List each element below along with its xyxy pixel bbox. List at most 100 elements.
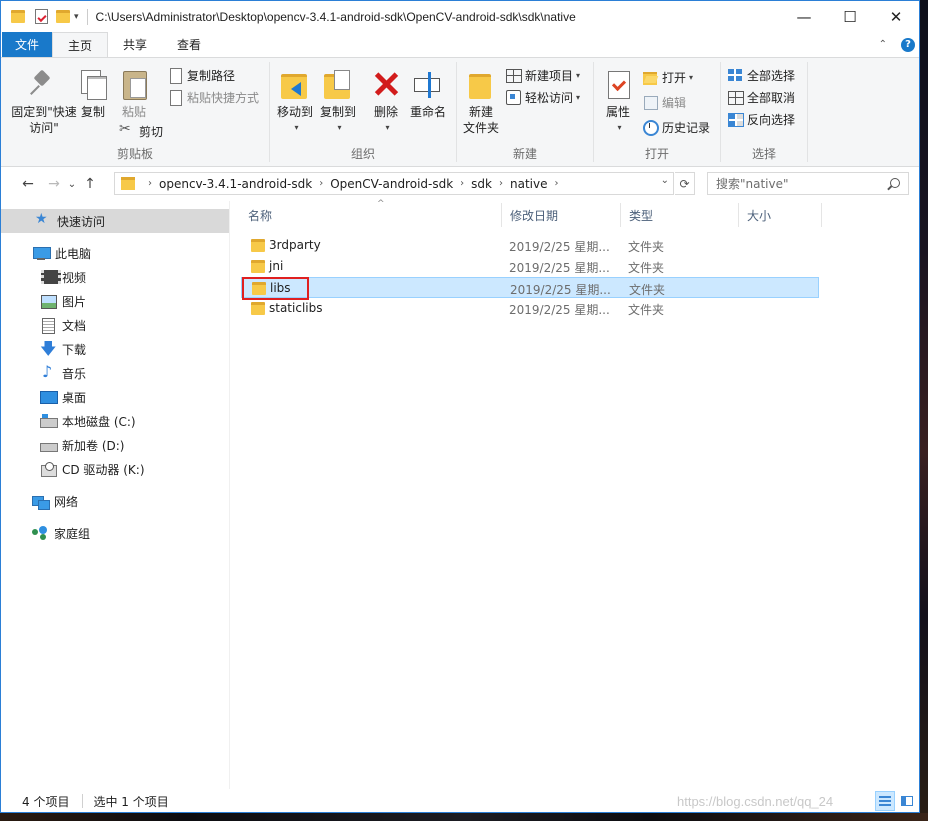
- address-dropdown-icon[interactable]: ⌄: [661, 175, 669, 186]
- breadcrumb-separator[interactable]: ›: [499, 178, 503, 189]
- breadcrumb-item[interactable]: opencv-3.4.1-android-sdk: [159, 177, 312, 191]
- nav-item-music[interactable]: 音乐: [1, 361, 229, 385]
- minimize-button[interactable]: —: [781, 1, 827, 32]
- new-item-button[interactable]: 新建项目 ▾: [505, 64, 580, 86]
- select-none-button[interactable]: 全部取消: [727, 86, 795, 108]
- breadcrumb-item[interactable]: OpenCV-android-sdk: [330, 177, 453, 191]
- large-icons-view-button[interactable]: [897, 791, 917, 811]
- documents-icon: [40, 317, 56, 334]
- invert-selection-button[interactable]: 反向选择: [727, 108, 795, 130]
- history-icon: [642, 119, 659, 136]
- properties-button[interactable]: 属性 ▾: [600, 68, 636, 136]
- column-header-date[interactable]: 修改日期: [501, 201, 620, 229]
- new-folder-button[interactable]: 新建 文件夹: [461, 68, 501, 136]
- nav-item-label: 下载: [62, 342, 87, 357]
- nav-item-label: 本地磁盘 (C:): [62, 414, 136, 429]
- column-header-size[interactable]: 大小: [738, 201, 821, 229]
- nav-item-network[interactable]: 网络: [1, 489, 229, 513]
- quick-access-new-folder-icon[interactable]: [56, 10, 70, 23]
- nav-item-quick-access[interactable]: 快速访问: [1, 209, 229, 233]
- breadcrumb-separator[interactable]: ›: [460, 178, 464, 189]
- up-button[interactable]: ↑: [79, 173, 101, 195]
- copy-to-icon: [322, 68, 354, 100]
- move-to-button[interactable]: 移动到 ▾: [275, 68, 315, 136]
- breadcrumb-item[interactable]: native: [510, 177, 547, 191]
- search-icon[interactable]: [890, 178, 900, 188]
- forward-button[interactable]: →: [43, 173, 65, 195]
- nav-item-pictures[interactable]: 图片: [1, 289, 229, 313]
- nav-item-label: 桌面: [62, 390, 87, 405]
- close-button[interactable]: ✕: [873, 1, 919, 32]
- help-icon[interactable]: ?: [901, 37, 915, 52]
- tab-share[interactable]: 共享: [108, 32, 162, 57]
- new-folder-icon: [465, 68, 497, 100]
- column-header-type[interactable]: 类型: [620, 201, 738, 229]
- column-divider[interactable]: [821, 203, 822, 227]
- paste-button[interactable]: 粘贴: [118, 68, 150, 120]
- file-date: 2019/2/25 星期...: [509, 240, 610, 254]
- table-row[interactable]: jni 2019/2/25 星期... 文件夹: [241, 256, 819, 277]
- navigation-pane: 快速访问 此电脑 视频 图片 文档 下载 音乐 桌面: [1, 201, 230, 789]
- delete-button[interactable]: 删除 ▾: [370, 68, 402, 136]
- nav-item-videos[interactable]: 视频: [1, 265, 229, 289]
- nav-item-local-disk-c[interactable]: 本地磁盘 (C:): [1, 409, 229, 433]
- details-view-icon: [879, 796, 891, 806]
- recent-locations-button[interactable]: ⌄: [65, 173, 79, 195]
- nav-item-documents[interactable]: 文档: [1, 313, 229, 337]
- watermark: https://blog.csdn.net/qq_24: [677, 794, 834, 809]
- copy-to-button[interactable]: 复制到 ▾: [318, 68, 358, 136]
- window-controls: — ☐ ✕: [781, 1, 919, 32]
- cut-button[interactable]: 剪切: [119, 120, 163, 142]
- search-input[interactable]: 搜索"native": [707, 172, 909, 195]
- maximize-button[interactable]: ☐: [827, 1, 873, 32]
- collapse-ribbon-icon[interactable]: ⌃: [879, 39, 887, 50]
- rename-button[interactable]: 重命名: [408, 68, 448, 120]
- new-item-icon: [505, 67, 522, 83]
- open-button[interactable]: 打开 ▾: [642, 66, 693, 88]
- breadcrumb-separator[interactable]: ›: [319, 178, 323, 189]
- tab-view[interactable]: 查看: [162, 32, 216, 57]
- nav-item-label: 家庭组: [54, 526, 91, 541]
- column-header-name[interactable]: 名称 ^: [239, 199, 501, 229]
- copy-label: 复制: [80, 105, 105, 119]
- nav-item-this-pc[interactable]: 此电脑: [1, 241, 229, 265]
- group-open: 属性 ▾ 打开 ▾ 编辑 历史记录 打开: [594, 58, 720, 166]
- back-button[interactable]: ←: [17, 173, 39, 195]
- easy-access-button[interactable]: 轻松访问 ▾: [505, 86, 580, 108]
- copy-button[interactable]: 复制: [77, 68, 109, 120]
- nav-item-volume-d[interactable]: 新加卷 (D:): [1, 433, 229, 457]
- table-row[interactable]: 3rdparty 2019/2/25 星期... 文件夹: [241, 235, 819, 256]
- refresh-button[interactable]: ⟳: [675, 172, 695, 195]
- quick-access-dropdown-icon[interactable]: ▾: [74, 12, 79, 22]
- properties-label: 属性: [605, 105, 630, 119]
- copy-icon: [77, 68, 109, 100]
- nav-item-downloads[interactable]: 下载: [1, 337, 229, 365]
- copy-path-button[interactable]: 复制路径: [167, 64, 235, 86]
- address-box[interactable]: › opencv-3.4.1-android-sdk › OpenCV-andr…: [114, 172, 674, 195]
- breadcrumb-separator: ›: [148, 178, 152, 189]
- new-group-label: 新建: [512, 147, 537, 161]
- details-view-button[interactable]: [875, 791, 895, 811]
- nav-item-cd-drive-k[interactable]: CD 驱动器 (K:): [1, 457, 229, 481]
- breadcrumb-item[interactable]: sdk: [471, 177, 492, 191]
- table-row-selected[interactable]: libs 2019/2/25 星期... 文件夹: [241, 277, 819, 298]
- table-row[interactable]: staticlibs 2019/2/25 星期... 文件夹: [241, 298, 819, 319]
- edit-icon: [642, 94, 658, 110]
- tab-home[interactable]: 主页: [52, 32, 109, 57]
- nav-item-label: 文档: [62, 318, 87, 333]
- quick-access-properties-icon[interactable]: [35, 9, 48, 24]
- pin-quick-access-button[interactable]: 固定到"快速访问": [9, 68, 79, 136]
- breadcrumb-separator[interactable]: ›: [554, 178, 558, 189]
- nav-item-homegroup[interactable]: 家庭组: [1, 521, 229, 545]
- tab-file[interactable]: 文件: [2, 32, 53, 57]
- group-select: 全部选择 全部取消 反向选择 选择: [721, 58, 807, 166]
- nav-item-desktop[interactable]: 桌面: [1, 385, 229, 409]
- history-button[interactable]: 历史记录: [642, 116, 710, 138]
- copy-to-label: 复制到: [319, 105, 356, 119]
- select-all-button[interactable]: 全部选择: [727, 64, 795, 86]
- delete-icon: [370, 68, 402, 100]
- move-to-label: 移动到: [276, 105, 313, 119]
- paste-shortcut-button[interactable]: 粘贴快捷方式: [167, 86, 259, 108]
- window-folder-icon: [11, 10, 25, 23]
- edit-button[interactable]: 编辑: [642, 91, 686, 113]
